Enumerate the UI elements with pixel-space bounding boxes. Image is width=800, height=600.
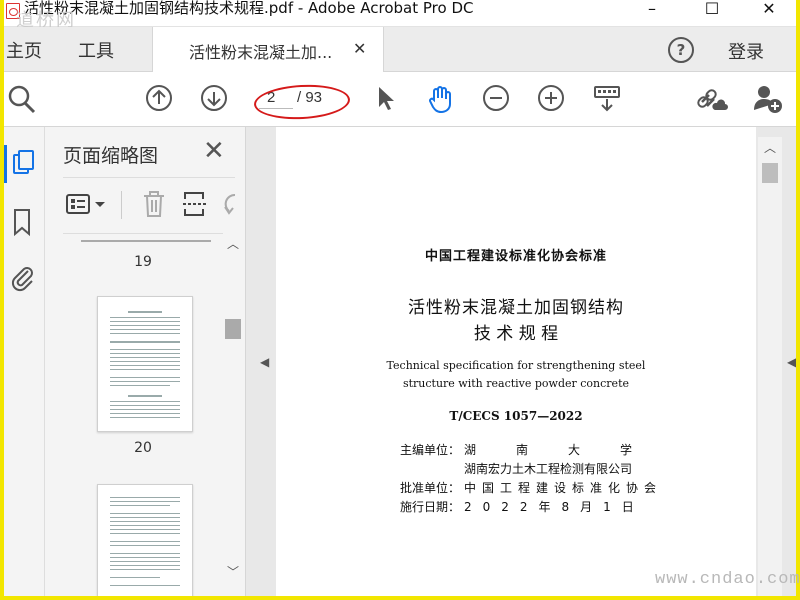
doc-scroll-up-icon[interactable]: ︿ [764,139,776,156]
thumbnail-page-21-content [110,497,180,586]
standard-code: T/CECS 1057—2022 [449,409,583,423]
signin-button[interactable]: 登录 [728,38,764,64]
approver-label: 批准单位： [400,481,461,495]
next-page-icon[interactable] [200,84,228,112]
bookmark-icon[interactable] [10,207,34,237]
thumbnail-list: 19 20 [63,233,223,596]
pdf-page: 中国工程建设标准化协会标准 活性粉末混凝土加固钢结构 技 术 规 程 Techn… [276,127,756,596]
thumbnail-page-19-edge [81,240,211,242]
thumbnail-label-19: 19 [134,254,152,270]
page-thumbnails-panel: 页面缩略图 ✕ 19 20 ︿ ﹀ [45,127,246,596]
document-view: ◀ 中国工程建设标准化协会标准 活性粉末混凝土加固钢结构 技 术 规 程 Tec… [246,127,796,596]
thumbnail-label-20: 20 [134,440,152,456]
tab-bar: 主页 工具 活性粉末混凝土加... ✕ ? 登录 [4,27,796,72]
tab-document-label: 活性粉末混凝土加... [189,43,333,62]
add-user-icon[interactable] [752,84,786,114]
delete-page-icon[interactable] [141,189,167,219]
page-thumbnails-icon[interactable] [10,149,38,179]
attachment-icon[interactable] [10,263,36,293]
tool-separator [121,191,122,219]
editor-value-1: 湖南大学 [464,443,673,457]
date-label: 施行日期： [400,500,461,514]
keyboard-scroll-icon[interactable] [592,84,622,114]
zoom-out-icon[interactable] [482,84,510,112]
panel-close-button[interactable]: ✕ [203,136,225,166]
navigation-rail [4,127,45,596]
panel-divider [63,177,235,178]
english-title-line1: Technical specification for strengthenin… [386,359,646,372]
zoom-in-icon[interactable] [537,84,565,112]
help-icon[interactable]: ? [668,37,694,63]
thumbnail-page-21[interactable] [97,484,193,596]
maximize-button[interactable]: ☐ [692,0,732,22]
zoom-icon[interactable] [6,84,38,114]
org-standard-heading: 中国工程建设标准化协会标准 [424,249,607,264]
editor-label: 主编单位： [400,443,461,457]
tab-document[interactable]: 活性粉末混凝土加... ✕ [152,27,384,72]
close-window-button[interactable]: ✕ [749,0,789,22]
thumbnail-page-20[interactable] [97,296,193,432]
minimize-button[interactable]: – [632,0,672,22]
rotate-page-icon[interactable] [221,191,241,217]
panel-title: 页面缩略图 [63,145,159,167]
share-link-icon[interactable] [696,84,728,114]
window-title: 活性粉末混凝土加固钢结构技术规程.pdf - Adobe Acrobat Pro… [24,0,474,17]
select-cursor-icon[interactable] [374,84,396,112]
editor-value-2: 湖南宏力土木工程检测有限公司 [464,462,633,476]
site-watermark-bottom: www.cndao.com [655,570,800,589]
prev-page-icon[interactable] [145,84,173,112]
document-title-line1: 活性粉末混凝土加固钢结构 [408,298,624,318]
collapse-left-pane-icon[interactable]: ◀ [260,355,269,369]
thumbnail-scroll-thumb[interactable] [225,319,241,339]
document-scroll-thumb[interactable] [762,163,778,183]
tab-home[interactable]: 主页 [6,37,42,63]
extract-pages-icon[interactable] [181,189,209,219]
tab-tools[interactable]: 工具 [78,37,114,63]
thumbnail-options-icon[interactable] [65,193,111,215]
main-toolbar: / 93 [4,72,796,127]
title-bar: 活性粉末混凝土加固钢结构技术规程.pdf - Adobe Acrobat Pro… [4,0,796,31]
document-title-line2: 技 术 规 程 [473,324,559,344]
approver-value: 中国工程建设标准化协会 [464,481,663,495]
rail-active-indicator [4,145,7,183]
english-title-line2: structure with reactive powder concrete [402,377,630,390]
thumbnail-page-20-content [110,311,180,418]
panel-toolbar [45,183,245,227]
document-scrollbar[interactable]: ︿ [758,137,782,596]
acrobat-window: 活性粉末混凝土加固钢结构技术规程.pdf - Adobe Acrobat Pro… [4,0,796,596]
scroll-down-icon[interactable]: ﹀ [227,563,239,580]
date-value: 2022年8月1日 [464,500,645,514]
close-tab-icon[interactable]: ✕ [353,39,366,58]
thumbnail-scrollbar[interactable]: ︿ ﹀ [223,233,243,596]
collapse-right-pane-icon[interactable]: ◀ [787,355,796,369]
hand-tool-icon[interactable] [426,84,456,114]
scroll-up-icon[interactable]: ︿ [227,235,239,252]
